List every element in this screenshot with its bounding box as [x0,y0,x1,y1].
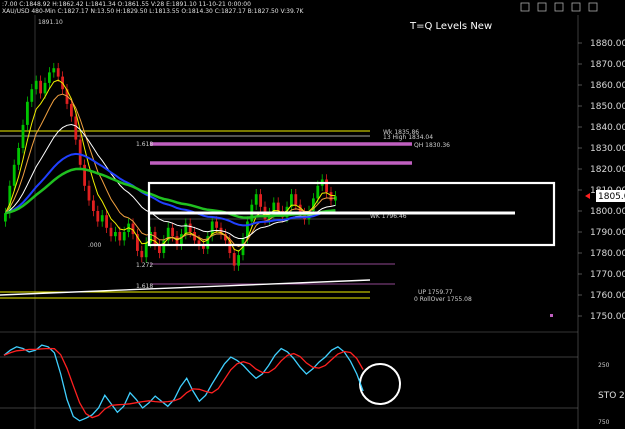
candle-body [325,179,328,193]
price-tick-label: 1770.00 [590,270,625,280]
candle-body [48,72,51,83]
candle-body [70,103,73,117]
candle-body [21,124,25,148]
candle-body [184,223,188,235]
stoch-label: STO [598,391,616,401]
price-tick-label: 1750.00 [590,312,625,322]
level-label-mid: 1.618 [136,141,153,148]
top-scale-label: 1891.10 [38,19,63,26]
header-info: :7.00 C:1848.92 H:1862.42 L:1841.34 O:18… [2,1,251,8]
candle-body [96,211,100,222]
price-tick-label: 1780.00 [590,249,625,259]
candle-body [30,89,34,102]
candle-body [171,227,174,237]
level-label-1618: 1.618 [136,283,153,290]
candle-body [232,253,236,266]
candle-body [329,192,333,201]
candle-body [114,232,117,237]
candle-body [83,164,86,186]
price-tick-label: 1760.00 [590,291,625,301]
stoch-tick-upper: 250 [598,362,610,369]
candle-body [34,80,38,90]
header-info2: XAU/USD 480-Min C:1827.17 N:13.50 H:1829… [2,8,305,15]
candle-body [118,232,122,241]
candle-body [4,213,7,222]
candle-body [17,148,20,165]
candle-body [105,215,108,228]
study-title: T=Q Levels New [409,21,492,32]
stoch-suffix: 2 [619,391,625,401]
candle-body [294,194,298,205]
candle-body [237,255,240,266]
candle-body [259,194,262,207]
price-tick-label: 1870.00 [590,60,625,70]
chart-canvas[interactable]: :7.00 C:1848.92 H:1862.42 L:1841.34 O:18… [0,0,625,429]
candle-body [144,242,148,258]
candle-body [87,185,91,201]
candle-body [26,101,29,125]
candle-body [52,68,56,73]
candle-body [188,223,192,232]
level-label-dot: .000 [88,242,102,249]
candle-body [74,116,78,140]
current-price: 1805.0 [598,192,625,202]
price-tick-label: 1840.00 [590,123,625,133]
price-tick-label: 1860.00 [590,81,625,91]
candle-body [12,164,16,186]
candle-body [180,234,183,245]
price-tick-label: 1790.00 [590,228,625,238]
candle-body [215,221,218,228]
candle-body [56,68,60,77]
candle-body [140,250,144,258]
level-label-1272: 1.272 [136,262,153,269]
price-tick-label: 1850.00 [590,102,625,112]
candle-body [78,139,82,165]
candle-body [92,200,95,211]
candle-body [100,215,104,222]
candle-body [276,202,280,211]
price-tick-label: 1800.00 [590,207,625,217]
candle-body [122,232,126,241]
price-tick-label: 1830.00 [590,144,625,154]
level-label-high: 13 High 1834.04 [383,134,433,141]
candle-body [39,80,42,94]
marker-dot [550,314,553,317]
price-tick-label: 1820.00 [590,165,625,175]
price-tick-label: 1880.00 [590,39,625,49]
candle-body [43,82,47,94]
level-label-up: UP 1759.77 [418,289,453,296]
level-label-rollover: 0 RollOver 1755.08 [414,296,472,303]
candle-body [316,185,320,199]
candle-body [254,194,258,205]
stoch-tick-lower: 750 [598,419,610,426]
level-label-qh: QH 1830.36 [414,142,450,149]
candle-body [131,223,135,235]
candle-body [109,227,113,237]
